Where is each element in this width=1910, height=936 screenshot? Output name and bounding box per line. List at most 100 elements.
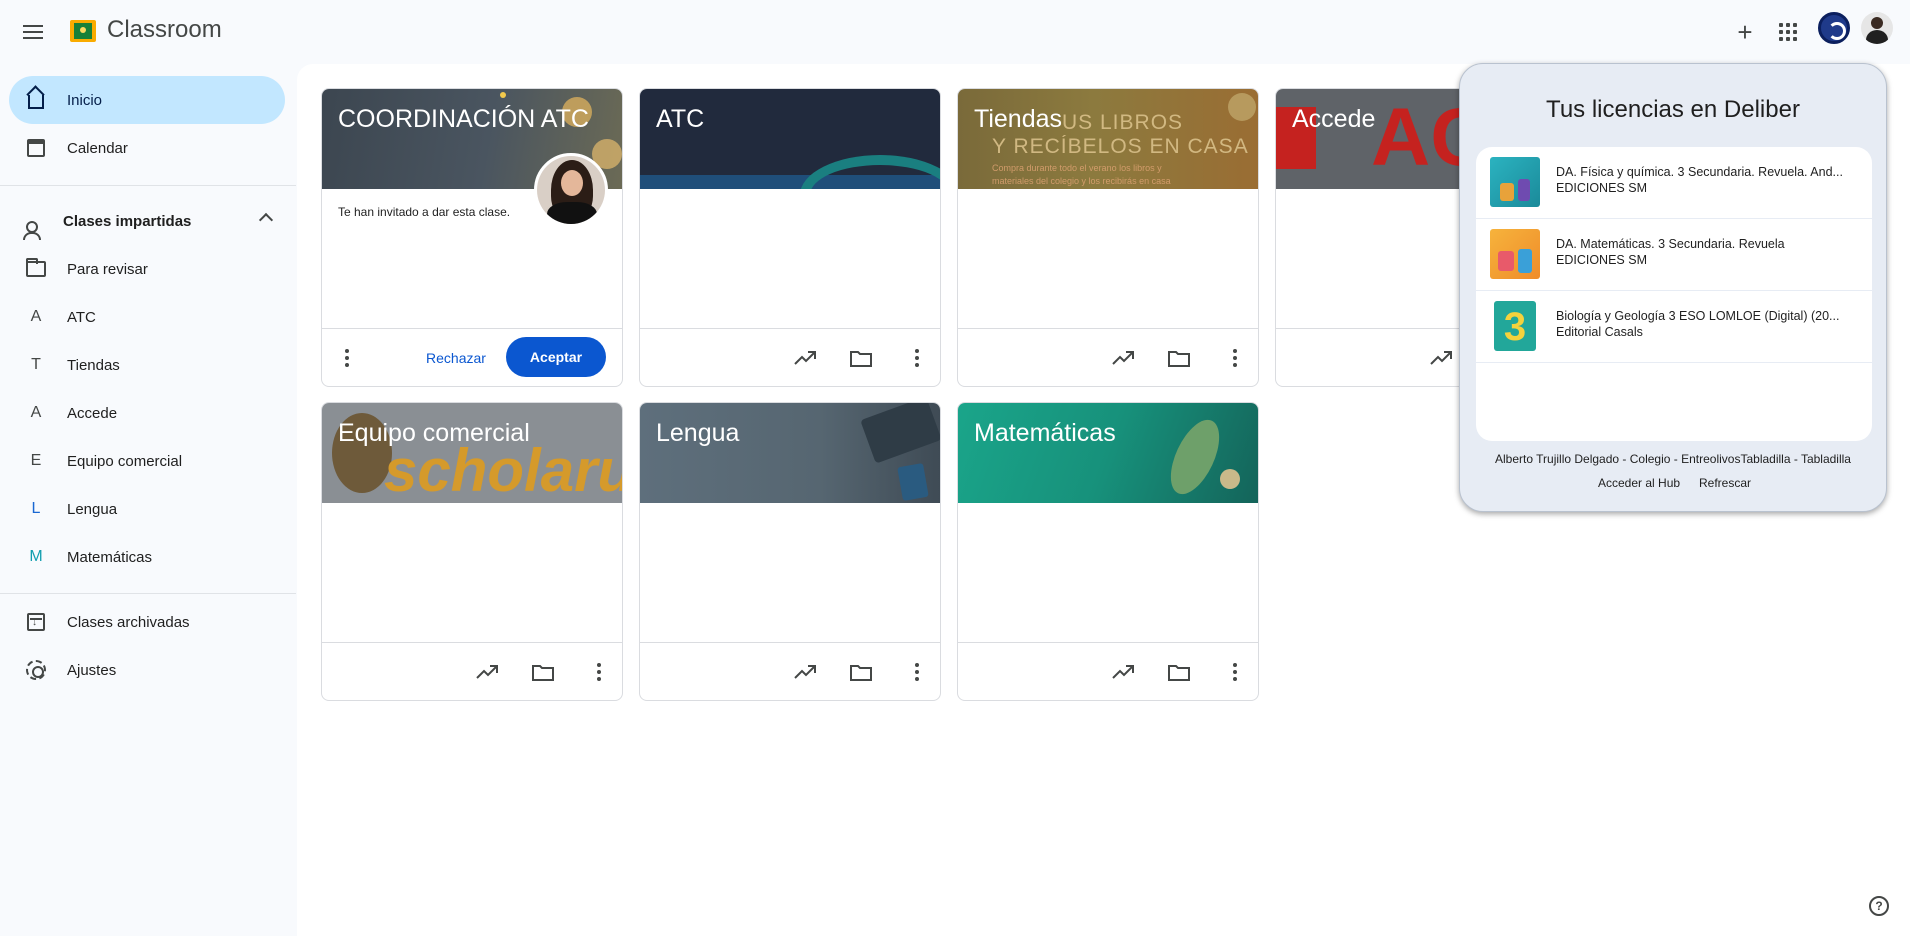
more-options-icon[interactable] <box>1218 655 1252 689</box>
card-footer <box>958 328 1258 386</box>
sidebar-item-matematicas[interactable]: M Matemáticas <box>9 533 285 581</box>
card-title[interactable]: ATC <box>656 105 704 134</box>
card-title[interactable]: Accede <box>1292 105 1375 134</box>
license-item[interactable]: DA. Matemáticas. 3 Secundaria. Revuela E… <box>1476 219 1872 291</box>
leaf-decoration <box>1160 412 1230 502</box>
folder-review-icon <box>25 258 47 280</box>
classroom-logo-icon[interactable] <box>70 20 96 42</box>
folder-icon[interactable] <box>1162 341 1196 375</box>
calendar-icon <box>25 137 47 159</box>
card-title[interactable]: COORDINACIÓN ATC <box>338 105 589 134</box>
seed-decoration <box>1220 469 1240 489</box>
card-banner: Lengua <box>640 403 940 503</box>
card-title[interactable]: Equipo comercial <box>338 419 530 448</box>
card-banner: scholaru Equipo comercial <box>322 403 622 503</box>
account-avatar-icon[interactable] <box>1861 12 1893 44</box>
trending-up-icon[interactable] <box>1424 341 1458 375</box>
teacher-avatar <box>534 153 608 227</box>
refresh-link[interactable]: Refrescar <box>1699 476 1751 490</box>
sidebar-section-teaching[interactable]: Clases impartidas <box>9 197 285 245</box>
sidebar-item-settings[interactable]: Ajustes <box>9 646 285 694</box>
book-cover-icon <box>1490 229 1540 279</box>
sidebar-item-label: Clases archivadas <box>67 613 190 631</box>
more-options-icon[interactable] <box>900 341 934 375</box>
class-letter-avatar: A <box>30 308 42 325</box>
folder-icon[interactable] <box>526 655 560 689</box>
class-card-coordinacion-atc[interactable]: COORDINACIÓN ATC Te han invitado a dar e… <box>321 88 623 387</box>
invitation-text: Te han invitado a dar esta clase. <box>338 205 511 219</box>
more-options-icon[interactable] <box>900 655 934 689</box>
tablet-decoration <box>860 403 940 464</box>
class-card-tiendas[interactable]: US LIBROS Y RECÍBELOS EN CASA Compra dur… <box>957 88 1259 387</box>
license-item[interactable]: 3 Biología y Geología 3 ESO LOMLOE (Digi… <box>1476 291 1872 363</box>
card-banner: US LIBROS Y RECÍBELOS EN CASA Compra dur… <box>958 89 1258 189</box>
license-title: Biología y Geología 3 ESO LOMLOE (Digita… <box>1556 309 1840 323</box>
sidebar-item-atc[interactable]: A ATC <box>9 293 285 341</box>
sidebar-item-home[interactable]: Inicio <box>9 76 285 124</box>
class-card-atc[interactable]: ATC <box>639 88 941 387</box>
sidebar-section-label: Clases impartidas <box>63 212 192 230</box>
folder-icon[interactable] <box>844 341 878 375</box>
home-icon <box>25 89 47 111</box>
license-list: DA. Física y química. 3 Secundaria. Revu… <box>1476 147 1872 441</box>
class-letter-avatar: A <box>30 404 42 421</box>
class-card-equipo-comercial[interactable]: scholaru Equipo comercial <box>321 402 623 701</box>
trending-up-icon[interactable] <box>788 341 822 375</box>
license-publisher: EDICIONES SM <box>1556 253 1647 267</box>
google-apps-icon[interactable] <box>1771 15 1805 49</box>
trending-up-icon[interactable] <box>1106 341 1140 375</box>
banner-text: Y RECÍBELOS EN CASA <box>992 135 1249 158</box>
book-cover-icon <box>1490 157 1540 207</box>
card-title[interactable]: Lengua <box>656 419 739 448</box>
license-publisher: EDICIONES SM <box>1556 181 1647 195</box>
banner-decoration <box>500 92 506 98</box>
folder-icon[interactable] <box>1162 655 1196 689</box>
hamburger-menu-icon[interactable] <box>17 17 49 47</box>
folder-icon[interactable] <box>844 655 878 689</box>
card-banner: ATC <box>640 89 940 189</box>
sidebar-item-label: ATC <box>67 308 96 326</box>
sidebar-item-archived[interactable]: Clases archivadas <box>9 598 285 646</box>
sidebar-item-label: Tiendas <box>67 356 120 374</box>
trending-up-icon[interactable] <box>1106 655 1140 689</box>
class-card-matematicas[interactable]: Matemáticas <box>957 402 1259 701</box>
trending-up-icon[interactable] <box>788 655 822 689</box>
card-title[interactable]: Matemáticas <box>974 419 1116 448</box>
sidebar-item-label: Inicio <box>67 91 103 109</box>
class-card-lengua[interactable]: Lengua <box>639 402 941 701</box>
more-options-icon[interactable] <box>582 655 616 689</box>
card-banner: Matemáticas <box>958 403 1258 503</box>
help-icon[interactable]: ? <box>1869 896 1889 916</box>
trending-up-icon[interactable] <box>470 655 504 689</box>
card-footer <box>322 642 622 700</box>
cart-icon <box>1228 93 1256 121</box>
sidebar-item-lengua[interactable]: L Lengua <box>9 485 285 533</box>
deliber-popup: Tus licencias en Deliber DA. Física y qu… <box>1459 63 1887 512</box>
popup-user-info: Alberto Trujillo Delgado - Colegio - Ent… <box>1495 452 1851 466</box>
card-title[interactable]: Tiendas <box>974 105 1062 134</box>
license-publisher: Editorial Casals <box>1556 325 1643 339</box>
card-footer <box>958 642 1258 700</box>
sidebar-item-label: Matemáticas <box>67 548 153 566</box>
deliber-extension-icon[interactable] <box>1818 12 1850 44</box>
chevron-up-icon[interactable] <box>258 212 274 228</box>
app-title[interactable]: Classroom <box>107 16 222 44</box>
sidebar-item-accede[interactable]: A Accede <box>9 389 285 437</box>
sidebar-item-label: Calendar <box>67 139 128 157</box>
sidebar-item-review[interactable]: Para revisar <box>9 245 285 293</box>
sidebar-item-equipo-comercial[interactable]: E Equipo comercial <box>9 437 285 485</box>
class-letter-avatar: T <box>31 356 41 373</box>
plus-icon[interactable]: + <box>1728 15 1762 49</box>
sidebar-item-label: Accede <box>67 404 118 422</box>
banner-text: scholaru <box>384 437 622 503</box>
license-title: DA. Matemáticas. 3 Secundaria. Revuela <box>1556 237 1785 251</box>
sidebar-item-label: Equipo comercial <box>67 452 183 470</box>
access-hub-link[interactable]: Acceder al Hub <box>1598 476 1680 490</box>
sidebar-item-calendar[interactable]: Calendar <box>9 124 285 172</box>
sidebar-item-tiendas[interactable]: T Tiendas <box>9 341 285 389</box>
license-item[interactable]: DA. Física y química. 3 Secundaria. Revu… <box>1476 147 1872 219</box>
accept-invitation-button[interactable]: Aceptar <box>506 337 606 377</box>
more-options-icon[interactable] <box>330 341 364 375</box>
more-options-icon[interactable] <box>1218 341 1252 375</box>
reject-invitation-button[interactable]: Rechazar <box>417 338 495 378</box>
